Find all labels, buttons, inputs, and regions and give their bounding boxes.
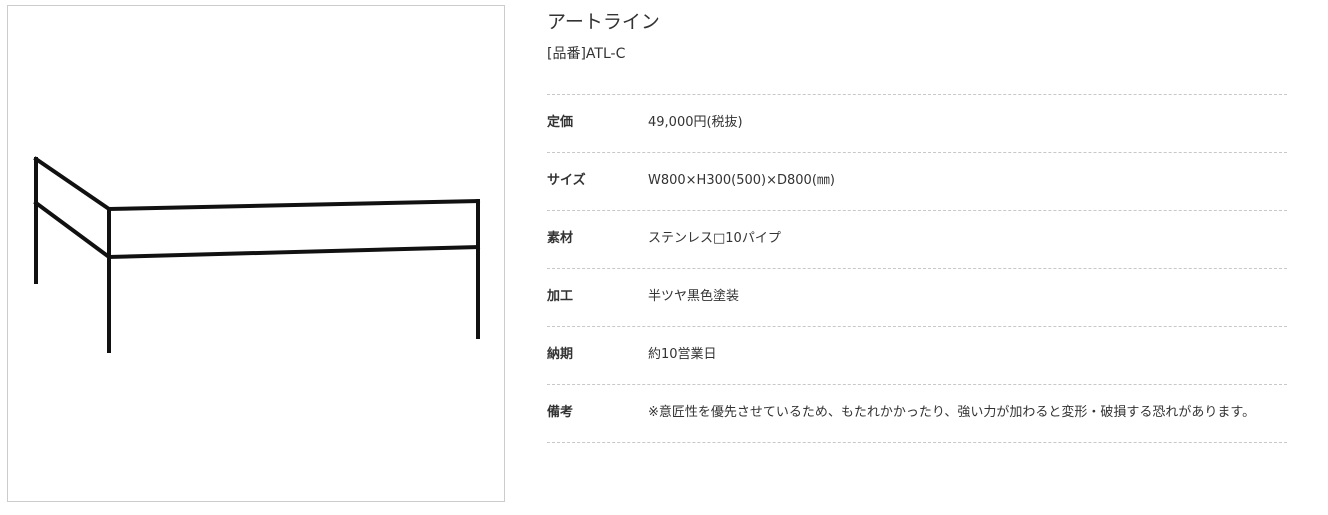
spec-row-finish: 加工 半ツヤ黒色塗装 bbox=[547, 269, 1287, 327]
frame-top-rail-front bbox=[106, 198, 481, 212]
spec-value: W800×H300(500)×D800(㎜) bbox=[648, 173, 835, 188]
spec-label: 納期 bbox=[547, 347, 574, 362]
spec-row-delivery: 納期 約10営業日 bbox=[547, 327, 1287, 385]
spec-value: ステンレス□10パイプ bbox=[648, 231, 781, 246]
spec-label: サイズ bbox=[547, 173, 586, 188]
spec-value: ※意匠性を優先させているため、もたれかかったり、強い力が加わると変形・破損する恐… bbox=[648, 405, 1256, 420]
spec-label: 定価 bbox=[547, 115, 574, 130]
spec-value: 約10営業日 bbox=[648, 347, 717, 362]
spec-row-material: 素材 ステンレス□10パイプ bbox=[547, 211, 1287, 269]
spec-value: 49,000円(税抜) bbox=[648, 115, 743, 130]
frame-middle-rail-front bbox=[106, 244, 481, 260]
product-image-frame bbox=[7, 5, 505, 502]
spec-row-notes: 備考 ※意匠性を優先させているため、もたれかかったり、強い力が加わると変形・破損… bbox=[547, 385, 1287, 443]
frame-top-rail-side bbox=[33, 156, 112, 212]
spec-table: 定価 49,000円(税抜) サイズ W800×H300(500)×D800(㎜… bbox=[547, 94, 1287, 443]
spec-label: 素材 bbox=[547, 231, 574, 246]
product-image bbox=[33, 156, 481, 353]
product-title: アートライン bbox=[547, 11, 660, 33]
spec-row-price: 定価 49,000円(税抜) bbox=[547, 95, 1287, 153]
spec-label: 加工 bbox=[547, 289, 574, 304]
spec-label: 備考 bbox=[547, 405, 574, 420]
product-code: [品番]ATL-C bbox=[547, 46, 626, 62]
frame-middle-rail-side bbox=[33, 200, 112, 260]
spec-value: 半ツヤ黒色塗装 bbox=[648, 289, 740, 304]
spec-row-size: サイズ W800×H300(500)×D800(㎜) bbox=[547, 153, 1287, 211]
